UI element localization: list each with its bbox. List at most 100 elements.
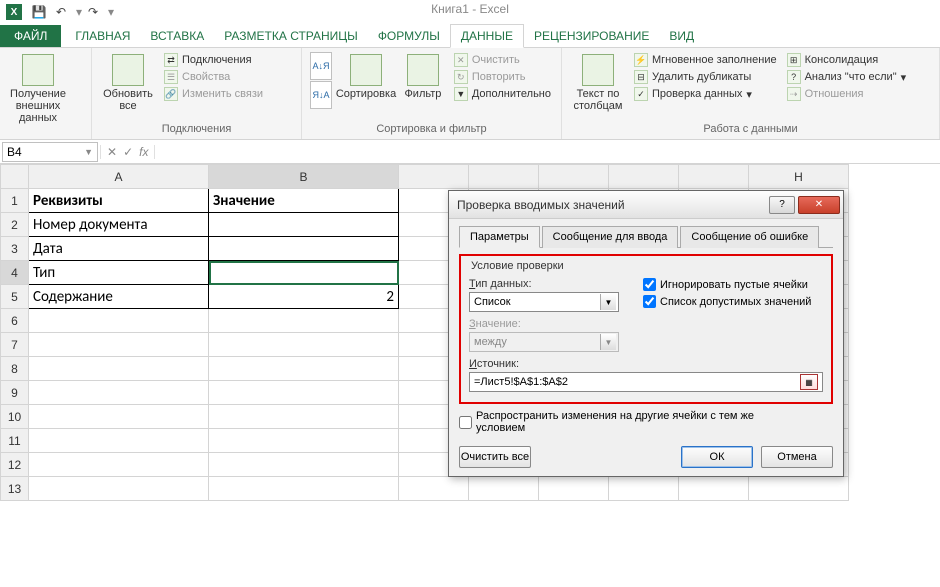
row-header[interactable]: 1: [1, 189, 29, 213]
row-header[interactable]: 10: [1, 405, 29, 429]
close-icon[interactable]: ✕: [798, 196, 840, 214]
col-header[interactable]: [469, 165, 539, 189]
col-header-B[interactable]: B: [209, 165, 399, 189]
row-header[interactable]: 12: [1, 453, 29, 477]
cell[interactable]: Реквизиты: [29, 189, 209, 213]
row-header[interactable]: 11: [1, 429, 29, 453]
sort-button[interactable]: Сортировка: [338, 52, 394, 102]
enter-entry-icon[interactable]: ✓: [123, 145, 133, 159]
cancel-entry-icon[interactable]: ✕: [107, 145, 117, 159]
advanced-button[interactable]: ▼Дополнительно: [452, 86, 553, 102]
cell[interactable]: Значение: [209, 189, 399, 213]
advanced-icon: ▼: [454, 87, 468, 101]
whatif-icon: ?: [787, 70, 801, 84]
row-header[interactable]: 5: [1, 285, 29, 309]
clear-all-button[interactable]: Очистить все: [459, 446, 531, 468]
consolidate-icon: ⊞: [787, 53, 801, 67]
flash-fill-button[interactable]: ⚡Мгновенное заполнение: [632, 52, 779, 68]
tab-formulas[interactable]: ФОРМУЛЫ: [368, 25, 450, 47]
cell[interactable]: [209, 237, 399, 261]
dropdown-icon[interactable]: ▾: [76, 5, 82, 19]
col-header-A[interactable]: A: [29, 165, 209, 189]
sort-asc-button[interactable]: А↓Я: [310, 52, 332, 80]
cell[interactable]: 2: [209, 285, 399, 309]
row-header[interactable]: 6: [1, 309, 29, 333]
refresh-all-button[interactable]: Обновить все: [100, 52, 156, 114]
relations-button[interactable]: ⇢Отношения: [785, 86, 909, 102]
ok-button[interactable]: ОК: [681, 446, 753, 468]
ignore-blank-checkbox[interactable]: Игнорировать пустые ячейки: [643, 278, 823, 291]
chevron-down-icon[interactable]: ▼: [600, 294, 616, 310]
filter-icon: [407, 54, 439, 86]
in-cell-dropdown-checkbox[interactable]: Список допустимых значений: [643, 295, 823, 308]
tab-review[interactable]: РЕЦЕНЗИРОВАНИЕ: [524, 25, 659, 47]
row-header[interactable]: 8: [1, 357, 29, 381]
cell[interactable]: Тип: [29, 261, 209, 285]
cell-selected[interactable]: ▼: [209, 261, 399, 285]
cell[interactable]: Номер документа: [29, 213, 209, 237]
col-header[interactable]: [399, 165, 469, 189]
row-header[interactable]: 7: [1, 333, 29, 357]
type-select[interactable]: Список▼: [469, 292, 619, 312]
reapply-button[interactable]: ↻Повторить: [452, 69, 553, 85]
range-picker-icon[interactable]: ▦: [800, 374, 818, 390]
cell[interactable]: Содержание: [29, 285, 209, 309]
text-to-columns-button[interactable]: Текст по столбцам: [570, 52, 626, 114]
dialog-tab-error-alert[interactable]: Сообщение об ошибке: [680, 226, 819, 248]
dialog-tab-parameters[interactable]: Параметры: [459, 226, 540, 248]
consolidate-button[interactable]: ⊞Консолидация: [785, 52, 909, 68]
help-icon[interactable]: ?: [769, 196, 795, 214]
tab-pagelayout[interactable]: РАЗМЕТКА СТРАНИЦЫ: [214, 25, 368, 47]
group-connections: Обновить все ⇄Подключения ☰Свойства 🔗Изм…: [92, 48, 302, 139]
ribbon-tabs: ФАЙЛ ГЛАВНАЯ ВСТАВКА РАЗМЕТКА СТРАНИЦЫ Ф…: [0, 24, 940, 48]
edit-links-button[interactable]: 🔗Изменить связи: [162, 86, 265, 102]
tab-data[interactable]: ДАННЫЕ: [450, 24, 524, 48]
chevron-down-icon[interactable]: ▼: [84, 147, 93, 157]
col-header[interactable]: [539, 165, 609, 189]
group-external-data: Получение внешних данных: [0, 48, 92, 139]
propagate-checkbox[interactable]: Распространить изменения на другие ячейк…: [459, 410, 833, 434]
group-sort-filter: А↓Я Я↓А Сортировка Фильтр ✕Очистить ↻Пов…: [302, 48, 562, 139]
clear-button[interactable]: ✕Очистить: [452, 52, 553, 68]
row-header[interactable]: 3: [1, 237, 29, 261]
quick-access-toolbar: X 💾 ↶▾ ↷▾: [0, 0, 940, 24]
redo-icon[interactable]: ↷: [84, 3, 102, 21]
tab-view[interactable]: ВИД: [659, 25, 704, 47]
tab-home[interactable]: ГЛАВНАЯ: [65, 25, 140, 47]
filter-button[interactable]: Фильтр: [400, 52, 446, 102]
source-input[interactable]: =Лист5!$A$1:$A$2▦: [469, 372, 823, 392]
select-all-button[interactable]: [1, 165, 29, 189]
row-header[interactable]: 9: [1, 381, 29, 405]
row-header[interactable]: 2: [1, 213, 29, 237]
validation-criteria-fieldset: Условие проверки ТТип данных:ип данных: …: [459, 254, 833, 404]
get-external-data-button[interactable]: Получение внешних данных: [8, 52, 68, 126]
undo-icon[interactable]: ↶: [52, 3, 70, 21]
row-header[interactable]: 4: [1, 261, 29, 285]
chevron-down-icon: ▼: [600, 334, 616, 350]
name-box[interactable]: B4▼: [2, 142, 98, 162]
whatif-button[interactable]: ?Анализ "что если" ▾: [785, 69, 909, 85]
dropdown-icon[interactable]: ▾: [108, 5, 114, 19]
sort-desc-button[interactable]: Я↓А: [310, 81, 332, 109]
cancel-button[interactable]: Отмена: [761, 446, 833, 468]
connections-icon: ⇄: [164, 53, 178, 67]
dialog-tab-input-message[interactable]: Сообщение для ввода: [542, 226, 679, 248]
value-label: Значение:: [469, 318, 629, 330]
col-header-H[interactable]: H: [749, 165, 849, 189]
data-validation-button[interactable]: ✓Проверка данных ▾: [632, 86, 779, 102]
remove-duplicates-button[interactable]: ⊟Удалить дубликаты: [632, 69, 779, 85]
fx-icon[interactable]: fx: [139, 145, 148, 159]
col-header[interactable]: [679, 165, 749, 189]
cell[interactable]: [209, 213, 399, 237]
dialog-titlebar[interactable]: Проверка вводимых значений ? ✕: [449, 191, 843, 219]
formula-bar: B4▼ ✕ ✓ fx: [0, 140, 940, 164]
cell[interactable]: Дата: [29, 237, 209, 261]
tab-insert[interactable]: ВСТАВКА: [140, 25, 214, 47]
save-icon[interactable]: 💾: [30, 3, 48, 21]
properties-button[interactable]: ☰Свойства: [162, 69, 265, 85]
connections-button[interactable]: ⇄Подключения: [162, 52, 265, 68]
edit-links-icon: 🔗: [164, 87, 178, 101]
col-header[interactable]: [609, 165, 679, 189]
tab-file[interactable]: ФАЙЛ: [0, 25, 61, 47]
row-header[interactable]: 13: [1, 477, 29, 501]
